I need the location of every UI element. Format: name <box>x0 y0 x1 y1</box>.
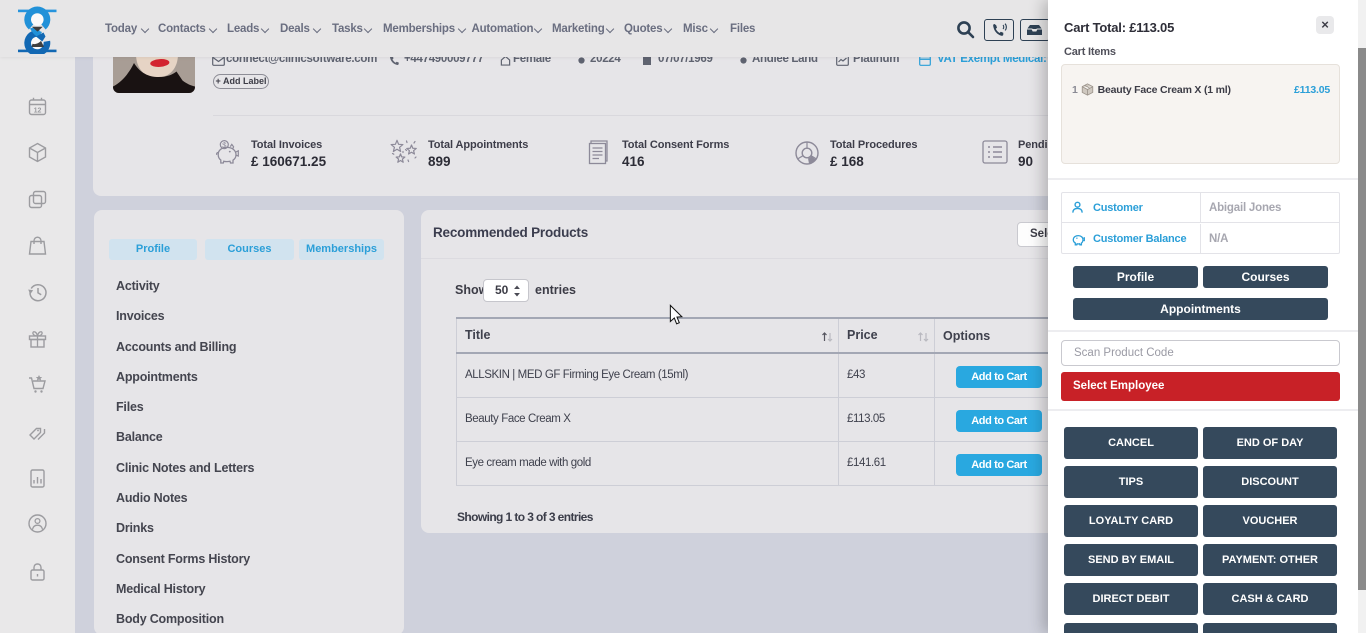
svg-text:12: 12 <box>34 108 42 115</box>
